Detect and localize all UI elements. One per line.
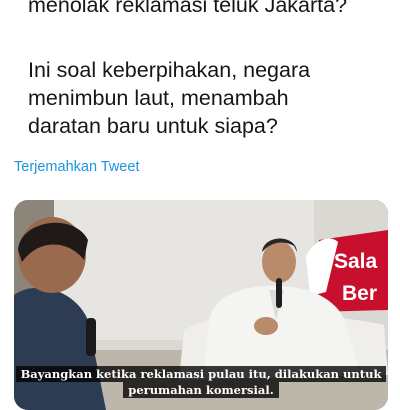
tweet-text-line-1: Ini soal keberpihakan, negara xyxy=(28,58,311,82)
subtitle-line-2: perumahan komersial. xyxy=(123,382,279,398)
tweet-text-line-partial: menolak reklamasi teluk Jakarta? xyxy=(28,0,348,17)
video-subtitles: Bayangkan ketika reklamasi pulau itu, di… xyxy=(14,366,388,398)
translate-tweet-link[interactable]: Terjemahkan Tweet xyxy=(14,159,139,175)
banner-text-2: Ber xyxy=(342,282,377,305)
banner-text-1: Sala xyxy=(334,250,378,273)
video-player[interactable]: Sala Ber Bayangkan ketika reklamasi pula… xyxy=(14,200,388,410)
tweet-text-line-2: menimbun laut, menambah xyxy=(28,86,289,110)
microphone-icon xyxy=(276,278,282,308)
tweet-text-line-3: daratan baru untuk siapa? xyxy=(28,114,278,138)
subtitle-line-1: Bayangkan ketika reklamasi pulau itu, di… xyxy=(15,366,387,382)
